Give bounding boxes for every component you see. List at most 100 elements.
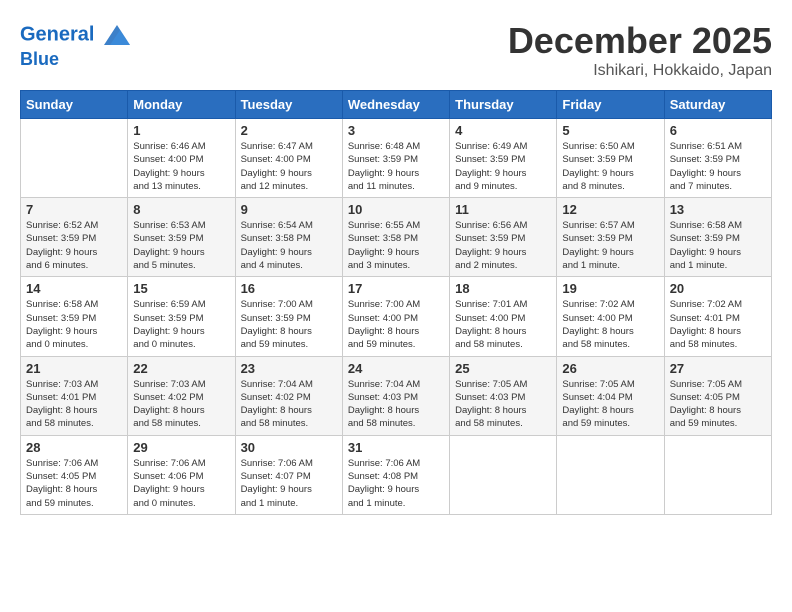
day-info: Sunrise: 7:02 AM Sunset: 4:01 PM Dayligh… xyxy=(670,298,766,351)
day-number: 20 xyxy=(670,281,766,296)
day-number: 9 xyxy=(241,202,337,217)
day-info: Sunrise: 6:56 AM Sunset: 3:59 PM Dayligh… xyxy=(455,219,551,272)
day-info: Sunrise: 7:05 AM Sunset: 4:04 PM Dayligh… xyxy=(562,378,658,431)
calendar-table: SundayMondayTuesdayWednesdayThursdayFrid… xyxy=(20,90,772,515)
day-number: 6 xyxy=(670,123,766,138)
logo-blue: Blue xyxy=(20,50,132,70)
day-info: Sunrise: 7:02 AM Sunset: 4:00 PM Dayligh… xyxy=(562,298,658,351)
day-number: 30 xyxy=(241,440,337,455)
day-info: Sunrise: 6:53 AM Sunset: 3:59 PM Dayligh… xyxy=(133,219,229,272)
logo: General Blue xyxy=(20,20,132,70)
day-number: 16 xyxy=(241,281,337,296)
day-number: 29 xyxy=(133,440,229,455)
calendar-week-row: 28 Sunrise: 7:06 AM Sunset: 4:05 PM Dayli… xyxy=(21,435,772,514)
day-info: Sunrise: 7:00 AM Sunset: 3:59 PM Dayligh… xyxy=(241,298,337,351)
day-info: Sunrise: 6:48 AM Sunset: 3:59 PM Dayligh… xyxy=(348,140,444,193)
day-info: Sunrise: 6:51 AM Sunset: 3:59 PM Dayligh… xyxy=(670,140,766,193)
day-info: Sunrise: 6:50 AM Sunset: 3:59 PM Dayligh… xyxy=(562,140,658,193)
title-block: December 2025 Ishikari, Hokkaido, Japan xyxy=(508,20,772,80)
day-number: 13 xyxy=(670,202,766,217)
day-info: Sunrise: 6:59 AM Sunset: 3:59 PM Dayligh… xyxy=(133,298,229,351)
day-info: Sunrise: 7:06 AM Sunset: 4:08 PM Dayligh… xyxy=(348,457,444,510)
calendar-cell: 31Sunrise: 7:06 AM Sunset: 4:08 PM Dayli… xyxy=(342,435,449,514)
day-number: 22 xyxy=(133,361,229,376)
calendar-cell: 14 Sunrise: 6:58 AM Sunset: 3:59 PM Dayli… xyxy=(21,277,128,356)
day-number: 27 xyxy=(670,361,766,376)
day-info: Sunrise: 6:54 AM Sunset: 3:58 PM Dayligh… xyxy=(241,219,337,272)
day-info: Sunrise: 7:06 AM Sunset: 4:06 PM Dayligh… xyxy=(133,457,229,510)
calendar-cell: 8 Sunrise: 6:53 AM Sunset: 3:59 PM Daylig… xyxy=(128,198,235,277)
calendar-cell xyxy=(21,119,128,198)
calendar-cell: 24Sunrise: 7:04 AM Sunset: 4:03 PM Dayli… xyxy=(342,356,449,435)
day-of-week-header: Tuesday xyxy=(235,91,342,119)
calendar-cell: 22 Sunrise: 7:03 AM Sunset: 4:02 PM Dayli… xyxy=(128,356,235,435)
day-info: Sunrise: 6:57 AM Sunset: 3:59 PM Dayligh… xyxy=(562,219,658,272)
calendar-cell: 17Sunrise: 7:00 AM Sunset: 4:00 PM Dayli… xyxy=(342,277,449,356)
calendar-cell: 27 Sunrise: 7:05 AM Sunset: 4:05 PM Dayli… xyxy=(664,356,771,435)
day-number: 19 xyxy=(562,281,658,296)
day-number: 23 xyxy=(241,361,337,376)
day-number: 7 xyxy=(26,202,122,217)
calendar-cell xyxy=(664,435,771,514)
calendar-cell: 20 Sunrise: 7:02 AM Sunset: 4:01 PM Dayli… xyxy=(664,277,771,356)
month-title: December 2025 xyxy=(508,20,772,62)
day-of-week-header: Monday xyxy=(128,91,235,119)
day-number: 24 xyxy=(348,361,444,376)
day-number: 14 xyxy=(26,281,122,296)
calendar-cell: 15 Sunrise: 6:59 AM Sunset: 3:59 PM Dayli… xyxy=(128,277,235,356)
day-info: Sunrise: 6:52 AM Sunset: 3:59 PM Dayligh… xyxy=(26,219,122,272)
day-info: Sunrise: 7:04 AM Sunset: 4:02 PM Dayligh… xyxy=(241,378,337,431)
day-number: 18 xyxy=(455,281,551,296)
day-number: 8 xyxy=(133,202,229,217)
day-number: 12 xyxy=(562,202,658,217)
day-number: 28 xyxy=(26,440,122,455)
calendar-header-row: SundayMondayTuesdayWednesdayThursdayFrid… xyxy=(21,91,772,119)
day-info: Sunrise: 7:03 AM Sunset: 4:02 PM Dayligh… xyxy=(133,378,229,431)
calendar-cell: 4 Sunrise: 6:49 AM Sunset: 3:59 PM Daylig… xyxy=(450,119,557,198)
day-info: Sunrise: 6:47 AM Sunset: 4:00 PM Dayligh… xyxy=(241,140,337,193)
calendar-week-row: 7 Sunrise: 6:52 AM Sunset: 3:59 PM Daylig… xyxy=(21,198,772,277)
calendar-cell: 28 Sunrise: 7:06 AM Sunset: 4:05 PM Dayli… xyxy=(21,435,128,514)
day-number: 2 xyxy=(241,123,337,138)
day-of-week-header: Saturday xyxy=(664,91,771,119)
calendar-cell xyxy=(450,435,557,514)
calendar-cell: 12 Sunrise: 6:57 AM Sunset: 3:59 PM Dayli… xyxy=(557,198,664,277)
calendar-week-row: 21 Sunrise: 7:03 AM Sunset: 4:01 PM Dayli… xyxy=(21,356,772,435)
calendar-cell: 7 Sunrise: 6:52 AM Sunset: 3:59 PM Daylig… xyxy=(21,198,128,277)
calendar-cell: 10 Sunrise: 6:55 AM Sunset: 3:58 PM Dayli… xyxy=(342,198,449,277)
calendar-cell: 3 Sunrise: 6:48 AM Sunset: 3:59 PM Daylig… xyxy=(342,119,449,198)
day-number: 1 xyxy=(133,123,229,138)
calendar-cell: 21 Sunrise: 7:03 AM Sunset: 4:01 PM Dayli… xyxy=(21,356,128,435)
day-number: 4 xyxy=(455,123,551,138)
day-number: 10 xyxy=(348,202,444,217)
calendar-cell: 5 Sunrise: 6:50 AM Sunset: 3:59 PM Daylig… xyxy=(557,119,664,198)
day-info: Sunrise: 7:05 AM Sunset: 4:03 PM Dayligh… xyxy=(455,378,551,431)
calendar-week-row: 1Sunrise: 6:46 AM Sunset: 4:00 PM Daylig… xyxy=(21,119,772,198)
calendar-cell: 19 Sunrise: 7:02 AM Sunset: 4:00 PM Dayli… xyxy=(557,277,664,356)
day-number: 5 xyxy=(562,123,658,138)
day-info: Sunrise: 7:03 AM Sunset: 4:01 PM Dayligh… xyxy=(26,378,122,431)
calendar-cell: 13 Sunrise: 6:58 AM Sunset: 3:59 PM Dayli… xyxy=(664,198,771,277)
calendar-cell: 23 Sunrise: 7:04 AM Sunset: 4:02 PM Dayli… xyxy=(235,356,342,435)
location: Ishikari, Hokkaido, Japan xyxy=(508,62,772,80)
day-info: Sunrise: 7:06 AM Sunset: 4:05 PM Dayligh… xyxy=(26,457,122,510)
calendar-cell: 9 Sunrise: 6:54 AM Sunset: 3:58 PM Daylig… xyxy=(235,198,342,277)
day-info: Sunrise: 6:58 AM Sunset: 3:59 PM Dayligh… xyxy=(670,219,766,272)
day-of-week-header: Wednesday xyxy=(342,91,449,119)
day-number: 3 xyxy=(348,123,444,138)
day-info: Sunrise: 7:05 AM Sunset: 4:05 PM Dayligh… xyxy=(670,378,766,431)
day-number: 11 xyxy=(455,202,551,217)
day-number: 25 xyxy=(455,361,551,376)
day-of-week-header: Thursday xyxy=(450,91,557,119)
day-number: 17 xyxy=(348,281,444,296)
day-number: 21 xyxy=(26,361,122,376)
calendar-cell: 26 Sunrise: 7:05 AM Sunset: 4:04 PM Dayli… xyxy=(557,356,664,435)
calendar-body: 1Sunrise: 6:46 AM Sunset: 4:00 PM Daylig… xyxy=(21,119,772,515)
day-info: Sunrise: 6:49 AM Sunset: 3:59 PM Dayligh… xyxy=(455,140,551,193)
day-info: Sunrise: 6:55 AM Sunset: 3:58 PM Dayligh… xyxy=(348,219,444,272)
logo-text: General xyxy=(20,20,132,50)
day-number: 15 xyxy=(133,281,229,296)
day-number: 26 xyxy=(562,361,658,376)
day-info: Sunrise: 6:58 AM Sunset: 3:59 PM Dayligh… xyxy=(26,298,122,351)
calendar-cell: 11 Sunrise: 6:56 AM Sunset: 3:59 PM Dayli… xyxy=(450,198,557,277)
